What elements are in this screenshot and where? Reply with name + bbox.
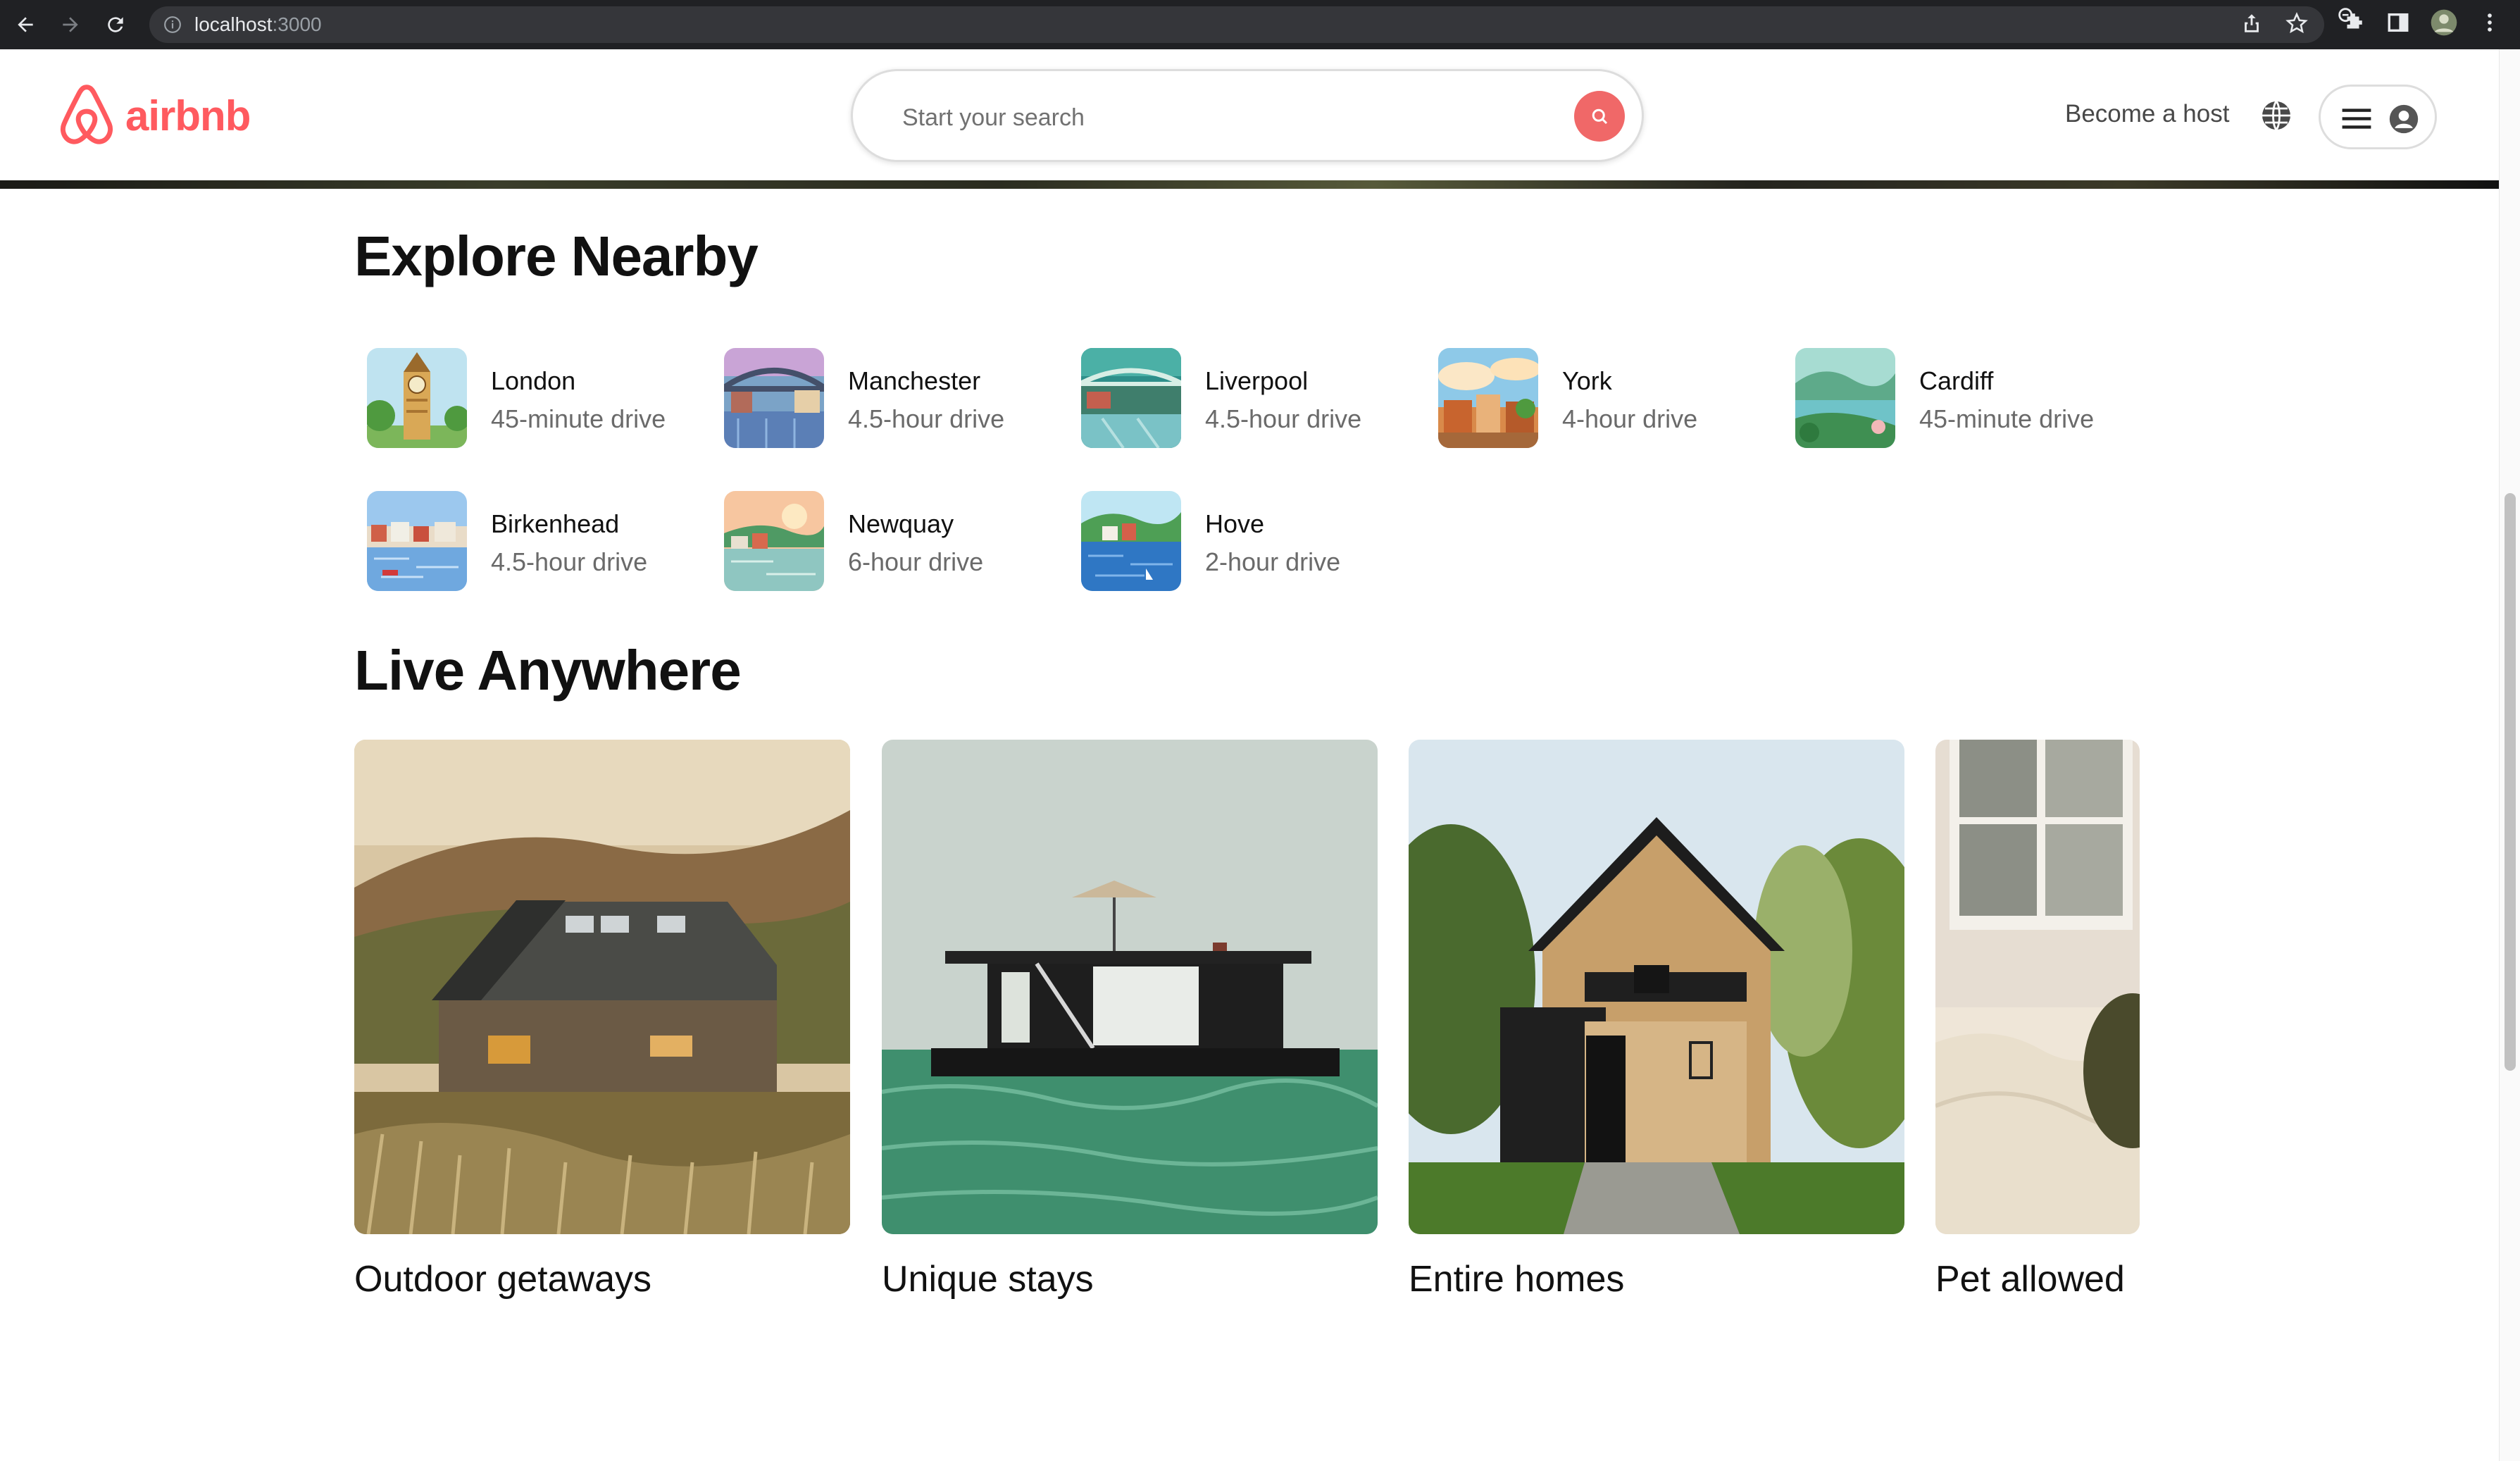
nearby-item-london[interactable]: London 45-minute drive [354,348,692,449]
address-bar[interactable]: localhost:3000 [149,6,2357,43]
london-thumbnail [367,348,467,448]
site-header: airbnb Become a host [0,49,2499,182]
nearby-item-birkenhead[interactable]: Birkenhead 4.5-hour drive [354,491,692,592]
nearby-name: London [491,366,576,395]
profile-avatar-icon[interactable] [2430,8,2458,37]
info-icon[interactable] [163,15,182,34]
nearby-item-manchester[interactable]: Manchester 4.5-hour drive [711,348,1049,449]
hove-thumbnail [1081,491,1181,591]
nearby-distance: 6-hour drive [848,547,984,576]
airbnb-logo-icon [60,85,113,144]
nearby-item-hove[interactable]: Hove 2-hour drive [1068,491,1406,592]
york-thumbnail [1438,348,1538,448]
nearby-name: York [1562,366,1612,395]
card-title: Outdoor getaways [354,1259,652,1300]
card-title: Unique stays [882,1259,1094,1300]
nearby-distance: 4-hour drive [1562,404,1698,433]
card-outdoor-getaways[interactable]: Outdoor getaways [354,740,850,1300]
globe-icon[interactable] [2259,99,2293,132]
explore-nearby-title: Explore Nearby [354,225,759,287]
newquay-thumbnail [724,491,824,591]
reload-icon[interactable] [100,9,131,40]
unique-stays-image [882,740,1378,1234]
menu-icon [2342,108,2371,129]
hero-banner-edge [0,180,2499,189]
star-icon[interactable] [2285,11,2309,35]
more-menu-icon[interactable] [2478,11,2502,35]
card-unique-stays[interactable]: Unique stays [882,740,1378,1300]
nearby-name: Birkenhead [491,509,620,538]
manchester-thumbnail [724,348,824,448]
card-pet-allowed[interactable]: Pet allowed [1935,740,2140,1300]
nearby-name: Newquay [848,509,954,538]
pet-allowed-image [1935,740,2140,1234]
outdoor-getaways-image [354,740,850,1234]
liverpool-thumbnail [1081,348,1181,448]
birkenhead-thumbnail [367,491,467,591]
nearby-distance: 4.5-hour drive [491,547,648,576]
airbnb-logo[interactable]: airbnb [56,83,251,148]
share-icon[interactable] [2240,11,2264,35]
logo-text: airbnb [125,92,251,139]
sidebar-icon[interactable] [2386,11,2410,35]
nearby-name: Liverpool [1205,366,1309,395]
nearby-item-newquay[interactable]: Newquay 6-hour drive [711,491,1049,592]
browser-toolbar: localhost:3000 [0,0,2520,49]
cardiff-thumbnail [1795,348,1895,448]
card-title: Pet allowed [1935,1259,2125,1300]
url-text: localhost:3000 [194,13,322,35]
nearby-item-liverpool[interactable]: Liverpool 4.5-hour drive [1068,348,1406,449]
nearby-name: Hove [1205,509,1265,538]
user-menu-button[interactable] [2319,85,2437,149]
card-title: Entire homes [1409,1259,1625,1300]
nearby-item-york[interactable]: York 4-hour drive [1426,348,1764,449]
search-icon [1592,108,1608,125]
nearby-item-cardiff[interactable]: Cardiff 45-minute drive [1783,348,2121,449]
become-host-link[interactable]: Become a host [2065,100,2229,128]
live-anywhere-title: Live Anywhere [354,639,742,702]
nearby-distance: 45-minute drive [491,404,666,433]
user-icon [2389,104,2419,134]
nearby-distance: 4.5-hour drive [848,404,1005,433]
back-arrow-icon[interactable] [10,9,41,40]
scrollbar-thumb[interactable] [2505,493,2516,1071]
search-button[interactable] [1574,91,1625,142]
extensions-icon[interactable] [2341,11,2365,35]
nearby-distance: 2-hour drive [1205,547,1341,576]
search-input[interactable] [902,97,1466,139]
card-entire-homes[interactable]: Entire homes [1409,740,1904,1300]
forward-arrow-icon[interactable] [55,9,86,40]
nearby-name: Cardiff [1919,366,1994,395]
entire-homes-image [1409,740,1904,1234]
nearby-name: Manchester [848,366,981,395]
search-bar[interactable] [851,69,1644,162]
nearby-distance: 45-minute drive [1919,404,2095,433]
nearby-distance: 4.5-hour drive [1205,404,1362,433]
